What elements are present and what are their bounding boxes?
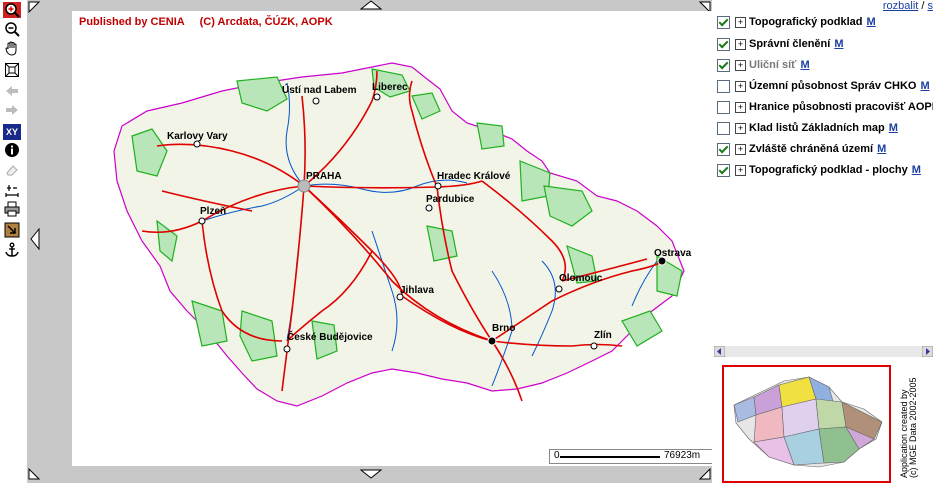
- overview-regions: [724, 367, 889, 481]
- layer-label: Zvláště chráněná území: [749, 143, 873, 155]
- pan-southeast-arrow[interactable]: [699, 468, 711, 480]
- back-arrow-icon[interactable]: [3, 83, 21, 99]
- scale-line: [560, 456, 660, 458]
- zoom-extent-icon[interactable]: [3, 62, 21, 78]
- expand-plus-icon[interactable]: +: [735, 81, 746, 92]
- metadata-link[interactable]: M: [866, 16, 875, 28]
- layer-checkbox[interactable]: [717, 59, 730, 72]
- layer-row: + Správní členění M: [717, 36, 843, 52]
- expand-plus-icon[interactable]: +: [735, 123, 746, 134]
- scale-zero: 0: [554, 450, 560, 461]
- layer-checkbox[interactable]: [717, 122, 730, 135]
- links-separator: /: [918, 0, 927, 12]
- expand-plus-icon[interactable]: +: [735, 144, 746, 155]
- city-label: Pardubice: [426, 194, 474, 205]
- city-label: Karlovy Vary: [167, 131, 228, 142]
- metadata-link[interactable]: M: [912, 164, 921, 176]
- anchor-icon[interactable]: [3, 242, 21, 258]
- city-label: Olomouc: [559, 273, 602, 284]
- metadata-link[interactable]: M: [889, 122, 898, 134]
- expand-plus-icon[interactable]: +: [735, 102, 746, 113]
- export-icon[interactable]: [3, 222, 21, 238]
- collapse-link[interactable]: s: [928, 0, 933, 12]
- city-label: Ostrava: [654, 248, 691, 259]
- pan-hand-icon[interactable]: [3, 40, 21, 56]
- map-frame: Published by CENIA (C) Arcdata, ČÚZK, AO…: [27, 0, 712, 483]
- scale-bar: 0 76923m: [549, 449, 719, 464]
- city-label: Liberec: [372, 82, 408, 93]
- overview-map[interactable]: [722, 365, 891, 483]
- metadata-link[interactable]: M: [920, 80, 929, 92]
- measure-icon[interactable]: [3, 182, 21, 198]
- city-label: Ústí nad Labem: [282, 85, 356, 96]
- layer-panel: rozbalit / s + Topografický podklad M + …: [712, 0, 933, 483]
- layer-row: + Územní působnost Správ CHKO M: [717, 78, 930, 94]
- eraser-icon[interactable]: [3, 162, 21, 178]
- expand-plus-icon[interactable]: +: [735, 17, 746, 28]
- layer-links: rozbalit / s: [883, 0, 933, 12]
- expand-plus-icon[interactable]: +: [735, 60, 746, 71]
- pan-south-arrow[interactable]: [359, 469, 383, 479]
- expand-plus-icon[interactable]: +: [735, 165, 746, 176]
- city-label: Jihlava: [400, 285, 434, 296]
- city-label: Brno: [492, 323, 515, 334]
- application-credits: Application created by (c) MGE Data 2002…: [900, 377, 918, 478]
- expand-plus-icon[interactable]: +: [735, 39, 746, 50]
- map-canvas[interactable]: Published by CENIA (C) Arcdata, ČÚZK, AO…: [72, 11, 722, 466]
- city-label: Hradec Králové: [437, 171, 510, 182]
- layer-label: Uliční síť: [749, 59, 796, 71]
- zoom-in-icon[interactable]: [3, 2, 21, 18]
- city-label: České Budějovice: [287, 332, 373, 343]
- pan-southwest-arrow[interactable]: [28, 468, 40, 480]
- pan-west-arrow[interactable]: [30, 228, 41, 250]
- city-label: Zlín: [594, 330, 612, 341]
- layer-label: Klad listů Základních map: [749, 122, 885, 134]
- pan-northwest-arrow[interactable]: [28, 1, 40, 13]
- layer-checkbox[interactable]: [717, 164, 730, 177]
- expand-link[interactable]: rozbalit: [883, 0, 918, 12]
- layer-checkbox[interactable]: [717, 38, 730, 51]
- scroll-left-icon[interactable]: [714, 346, 725, 357]
- layer-row: + Hranice působnosti pracovišť AOPK M: [717, 99, 933, 115]
- print-icon[interactable]: [3, 201, 21, 217]
- layer-row: + Topografický podklad M: [717, 14, 876, 30]
- layer-row: + Zvláště chráněná území M: [717, 141, 886, 157]
- city-label: PRAHA: [306, 171, 342, 182]
- pan-north-arrow[interactable]: [359, 0, 383, 10]
- credits-line2: (c) MGE Data 2002-2005: [909, 377, 918, 478]
- layer-checkbox[interactable]: [717, 16, 730, 29]
- layer-label: Topografický podklad: [749, 16, 862, 28]
- layer-label: Správní členění: [749, 38, 830, 50]
- metadata-link[interactable]: M: [800, 59, 809, 71]
- layer-checkbox[interactable]: [717, 101, 730, 114]
- zoom-out-icon[interactable]: [3, 21, 21, 37]
- map-toolbar: XY: [0, 0, 24, 483]
- layer-label: Topografický podklad - plochy: [749, 164, 908, 176]
- forward-arrow-icon[interactable]: [3, 102, 21, 118]
- layer-checkbox[interactable]: [717, 80, 730, 93]
- scale-label: 76923m: [664, 450, 700, 461]
- layer-row: + Uliční síť M: [717, 57, 810, 73]
- country-outline: [114, 63, 684, 406]
- layer-label: Územní působnost Správ CHKO: [749, 80, 916, 92]
- layer-label: Hranice působnosti pracovišť AOPK: [749, 101, 933, 113]
- map-copyright: Published by CENIA (C) Arcdata, ČÚZK, AO…: [79, 16, 333, 28]
- coordinates-xy-icon[interactable]: XY: [3, 124, 21, 140]
- scroll-right-icon[interactable]: [922, 346, 933, 357]
- xy-label: XY: [6, 127, 18, 137]
- layer-checkbox[interactable]: [717, 143, 730, 156]
- layer-row: + Klad listů Základních map M: [717, 120, 898, 136]
- info-icon[interactable]: [3, 142, 21, 158]
- map-drawing: [72, 11, 722, 466]
- layer-row: + Topografický podklad - plochy M: [717, 162, 921, 178]
- layer-panel-scrollbar[interactable]: [714, 346, 933, 357]
- city-label: Plzeň: [200, 206, 226, 217]
- metadata-link[interactable]: M: [877, 143, 886, 155]
- metadata-link[interactable]: M: [834, 38, 843, 50]
